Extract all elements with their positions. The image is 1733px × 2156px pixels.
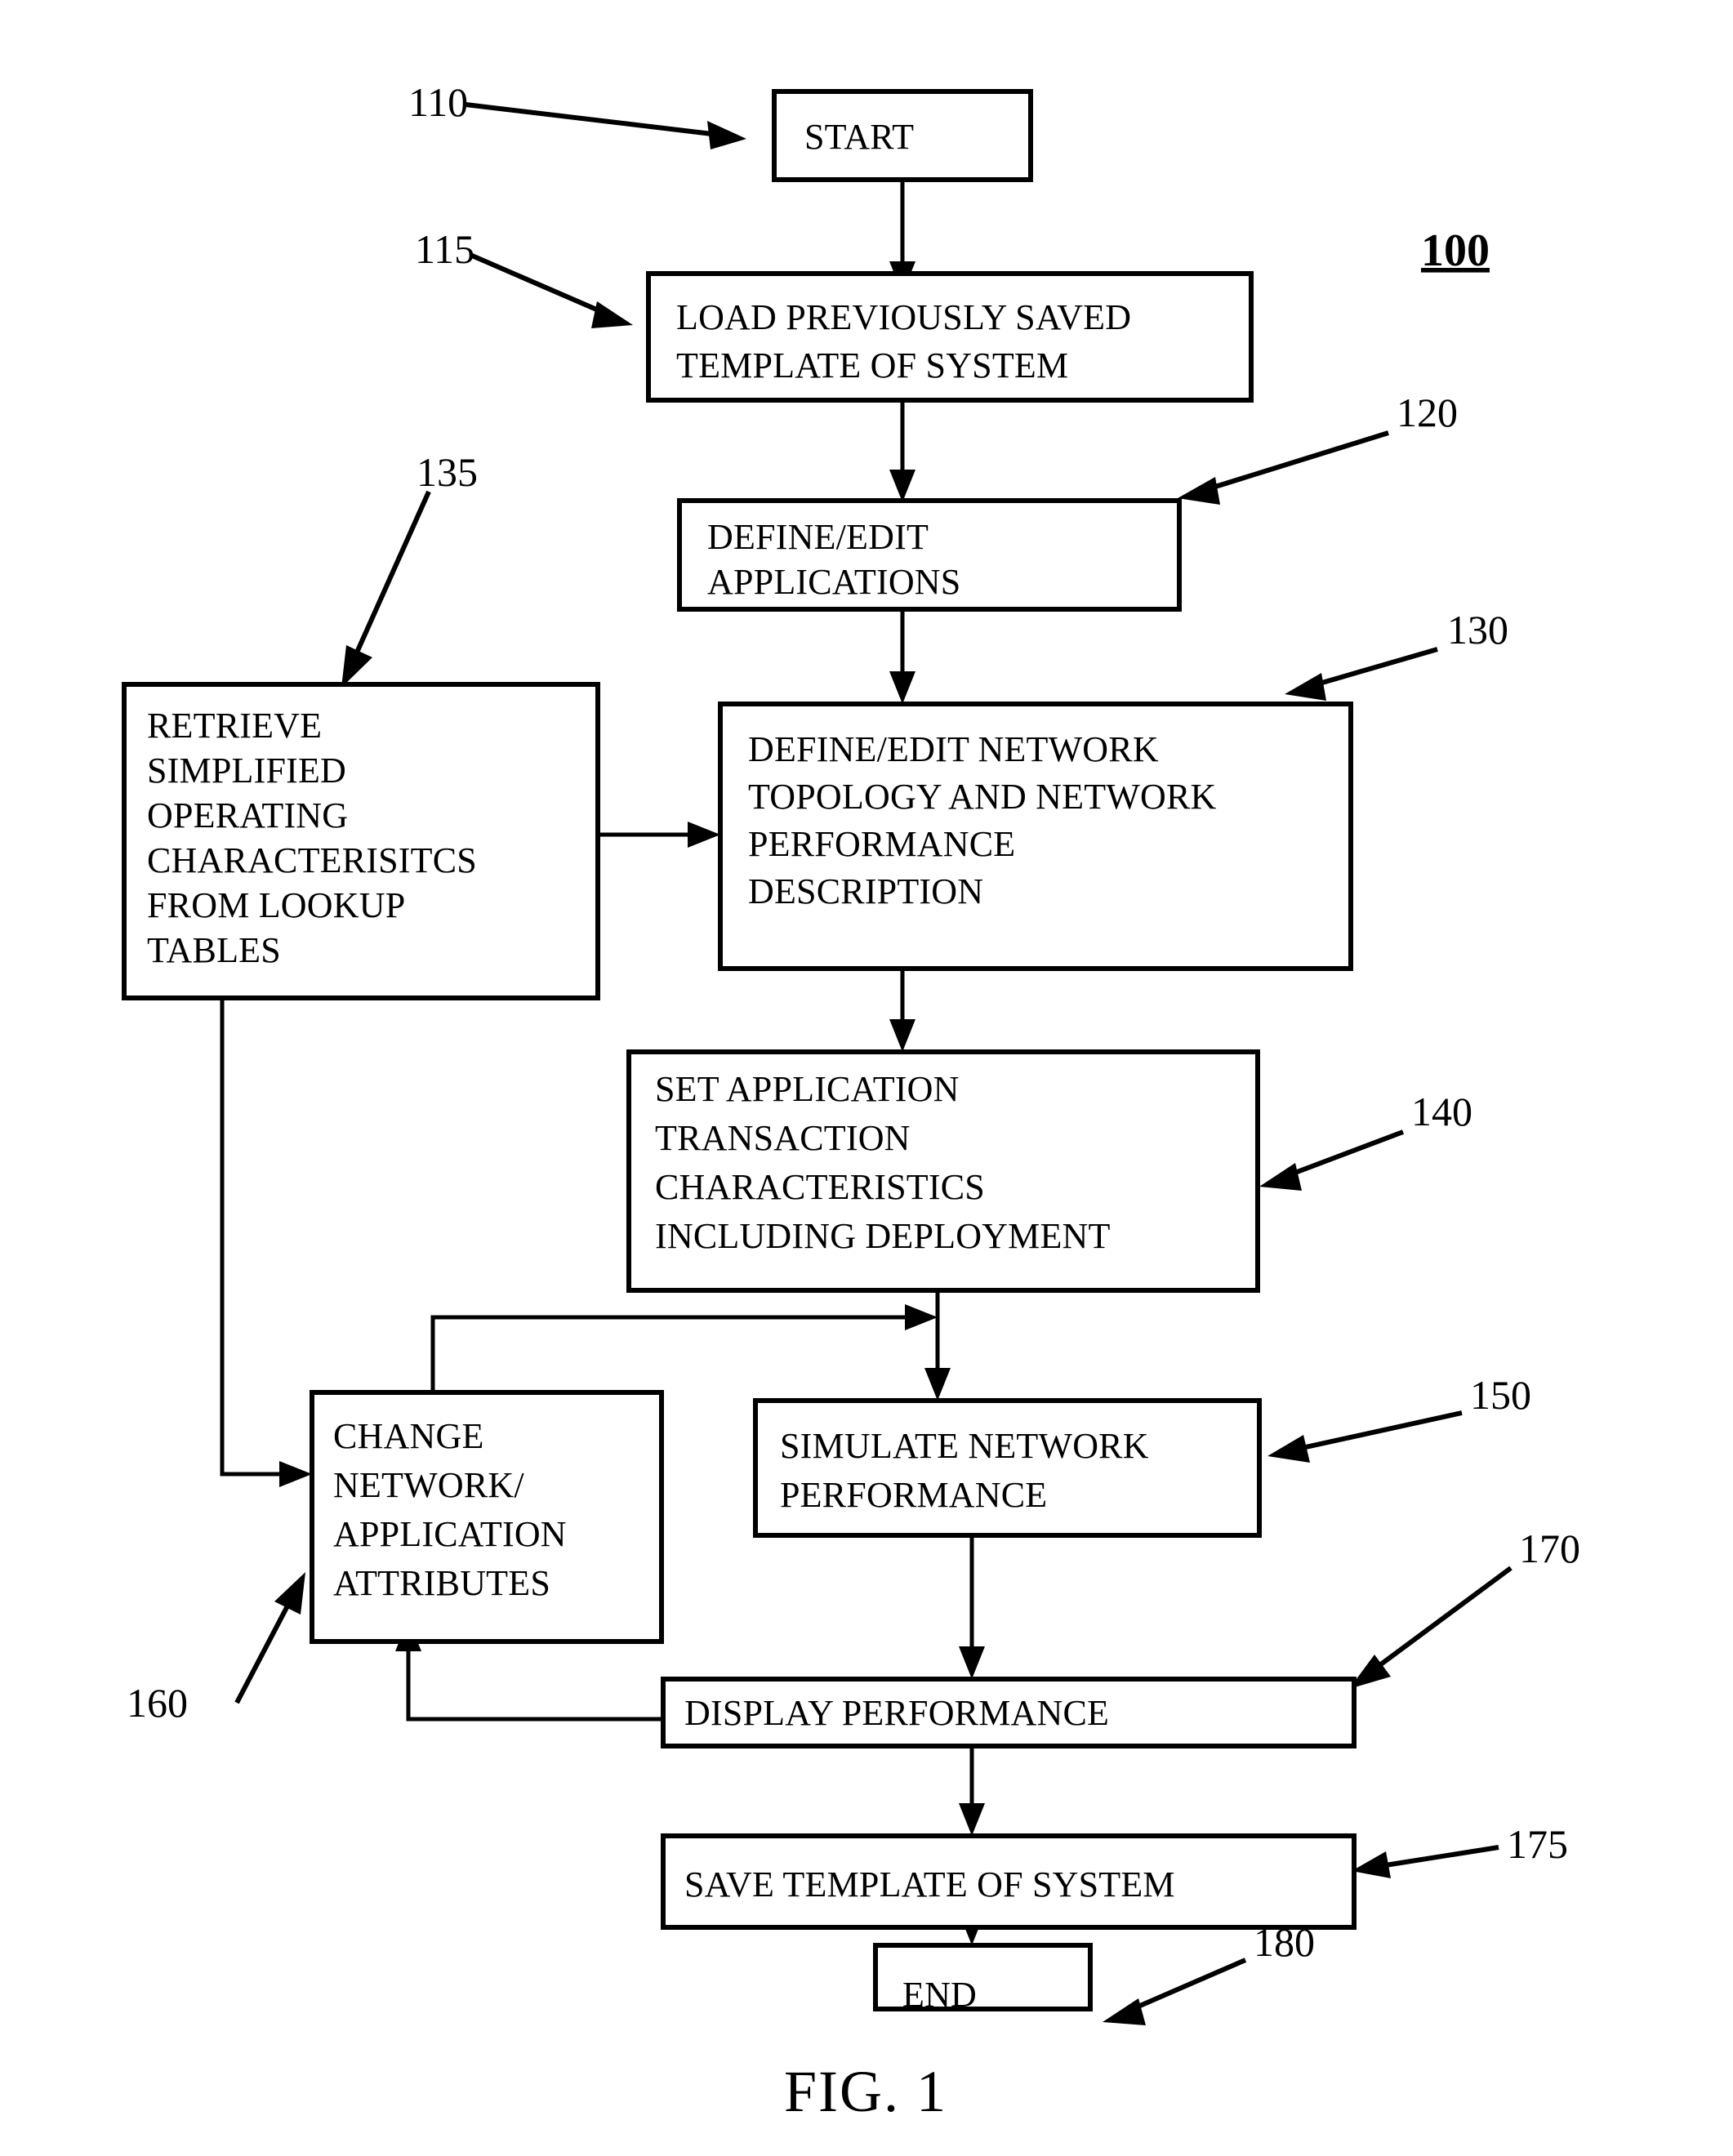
ref-numeral-160: 160 [127, 1680, 188, 1726]
connector-defapp-to-defnet [889, 608, 916, 704]
node-simulate-network-performance[interactable]: SIMULATE NETWORK PERFORMANCE [753, 1398, 1262, 1538]
node-retrieve-line-5: FROM LOOKUP [147, 885, 405, 925]
ref-numeral-170: 170 [1519, 1526, 1580, 1571]
node-set-application-transaction[interactable]: SET APPLICATION TRANSACTION CHARACTERIST… [626, 1049, 1260, 1293]
ref-numeral-140: 140 [1411, 1089, 1472, 1134]
ref-numeral-130: 130 [1447, 607, 1508, 653]
connector-settrans-to-simulate [924, 1290, 951, 1401]
system-number-label: 100 [1421, 225, 1490, 276]
node-simulate-line-1: SIMULATE NETWORK [780, 1426, 1149, 1466]
ref-numeral-135: 135 [417, 449, 478, 495]
node-load-line-1: LOAD PREVIOUSLY SAVED [676, 297, 1131, 337]
ref-numeral-150: 150 [1470, 1372, 1531, 1418]
connector-retrieve-to-change [220, 998, 312, 1487]
node-retrieve-line-1: RETRIEVE [147, 706, 322, 746]
node-display-line-1: DISPLAY PERFORMANCE [684, 1693, 1109, 1733]
connector-display-to-save [959, 1746, 985, 1836]
node-defapp-line-1: DEFINE/EDIT [707, 517, 929, 557]
leader-110 [465, 102, 746, 149]
node-save-template[interactable]: SAVE TEMPLATE OF SYSTEM [661, 1833, 1357, 1930]
node-change-line-1: CHANGE [333, 1416, 484, 1456]
system-number-100: 100 [1421, 225, 1490, 276]
node-save-line-1: SAVE TEMPLATE OF SYSTEM [684, 1864, 1175, 1904]
node-load-template[interactable]: LOAD PREVIOUSLY SAVED TEMPLATE OF SYSTEM [646, 271, 1254, 403]
node-settrans-line-4: INCLUDING DEPLOYMENT [655, 1216, 1111, 1256]
patent-figure-1: START LOAD PREVIOUSLY SAVED TEMPLATE OF … [0, 0, 1733, 2156]
node-start-line-1: START [804, 117, 914, 157]
connector-change-to-settrans-loop [430, 1304, 938, 1392]
node-defnet-line-4: DESCRIPTION [748, 871, 983, 911]
leader-120 [1178, 430, 1389, 505]
connector-load-to-defapp [889, 400, 916, 502]
node-retrieve-line-6: TABLES [147, 930, 281, 970]
leader-175 [1352, 1845, 1499, 1878]
node-simulate-line-2: PERFORMANCE [780, 1475, 1047, 1515]
leader-135 [341, 490, 431, 688]
node-defapp-line-2: APPLICATIONS [707, 562, 960, 602]
flowchart-canvas: START LOAD PREVIOUSLY SAVED TEMPLATE OF … [122, 79, 1580, 2124]
node-defnet-line-3: PERFORMANCE [748, 824, 1015, 864]
ref-numeral-120: 120 [1397, 390, 1458, 435]
node-load-line-2: TEMPLATE OF SYSTEM [676, 345, 1068, 385]
leader-150 [1267, 1410, 1463, 1463]
node-change-line-3: APPLICATION [333, 1514, 567, 1554]
ref-numeral-110: 110 [408, 79, 468, 125]
figure-caption: FIG. 1 [784, 2059, 947, 2124]
connector-defnet-to-settrans [889, 969, 916, 1052]
node-retrieve-line-4: CHARACTERISITCS [147, 840, 477, 880]
node-retrieve-line-2: SIMPLIFIED [147, 751, 346, 791]
node-display-performance[interactable]: DISPLAY PERFORMANCE [661, 1677, 1357, 1748]
node-retrieve-line-3: OPERATING [147, 795, 348, 835]
ref-numeral-175: 175 [1507, 1821, 1568, 1867]
node-retrieve-lookup-tables[interactable]: RETRIEVE SIMPLIFIED OPERATING CHARACTERI… [122, 682, 600, 1000]
leader-160 [234, 1572, 305, 1704]
node-defnet-line-1: DEFINE/EDIT NETWORK [748, 729, 1159, 769]
node-change-line-2: NETWORK/ [333, 1465, 524, 1505]
node-defnet-line-2: TOPOLOGY AND NETWORK [748, 777, 1217, 817]
node-settrans-line-3: CHARACTERISTICS [655, 1167, 985, 1207]
ref-numeral-115: 115 [415, 226, 474, 272]
ref-numeral-180: 180 [1254, 1919, 1315, 1965]
node-define-edit-applications[interactable]: DEFINE/EDIT APPLICATIONS [677, 498, 1182, 612]
leader-180 [1103, 1958, 1247, 2025]
leader-140 [1259, 1129, 1405, 1191]
leader-130 [1285, 647, 1438, 701]
connector-retrieve-to-defnet [598, 822, 720, 848]
node-end-line-1: END [902, 1975, 977, 2015]
node-change-network-application[interactable]: CHANGE NETWORK/ APPLICATION ATTRIBUTES [310, 1390, 664, 1644]
node-define-edit-network[interactable]: DEFINE/EDIT NETWORK TOPOLOGY AND NETWORK… [718, 702, 1353, 971]
leader-115 [470, 253, 633, 328]
node-settrans-line-1: SET APPLICATION [655, 1069, 960, 1109]
node-end[interactable]: END [873, 1943, 1093, 2015]
leader-170 [1349, 1566, 1512, 1689]
node-change-line-4: ATTRIBUTES [333, 1563, 550, 1603]
node-settrans-line-2: TRANSACTION [655, 1118, 911, 1158]
node-start[interactable]: START [772, 89, 1033, 182]
connector-simulate-to-display [959, 1535, 985, 1679]
